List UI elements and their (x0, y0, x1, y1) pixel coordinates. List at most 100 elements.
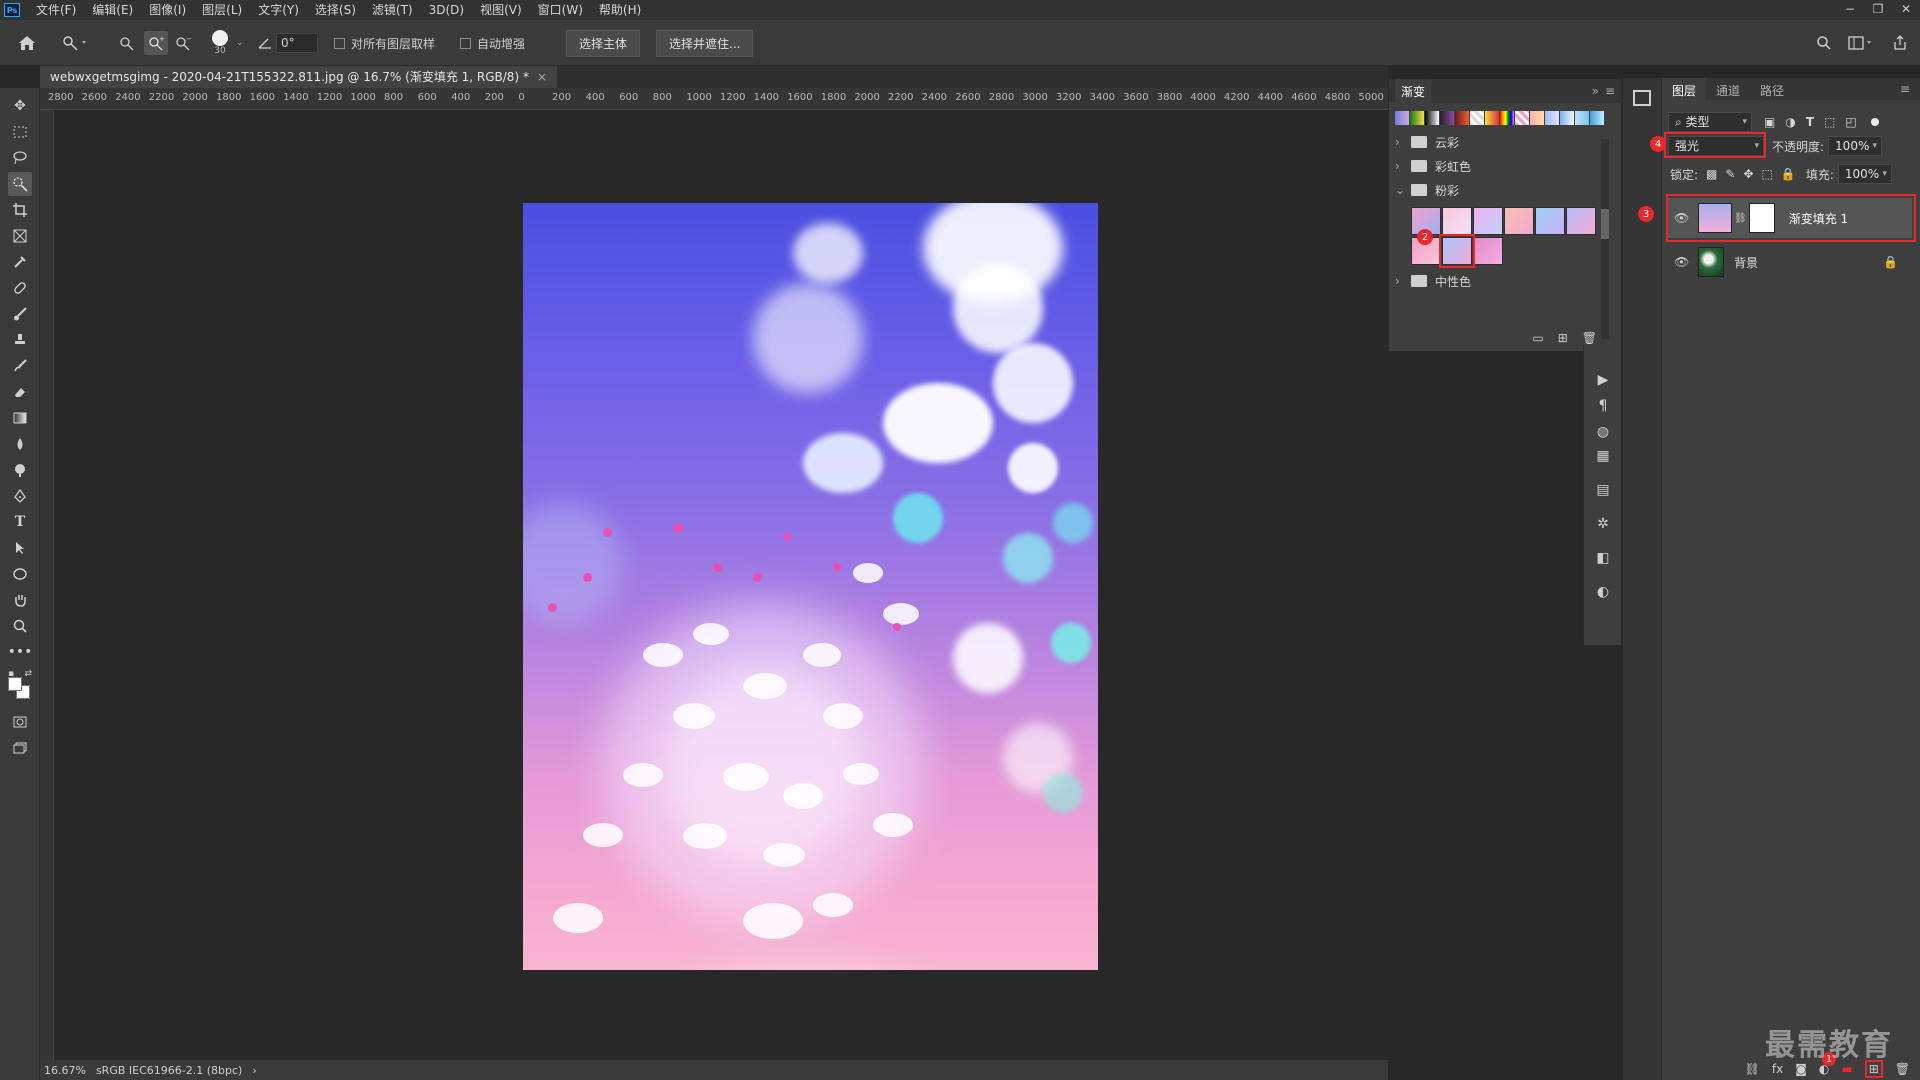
collapse-panel-icon[interactable]: » (1592, 84, 1599, 98)
tab-channels[interactable]: 通道 (1706, 78, 1750, 100)
layer-style-icon[interactable]: fx (1772, 1062, 1783, 1076)
gradient-swatch[interactable] (1455, 111, 1469, 125)
panel-menu-icon[interactable]: ≡ (1605, 84, 1615, 98)
minimize-button[interactable]: − (1836, 0, 1864, 20)
menu-filter[interactable]: 滤镜(T) (364, 0, 421, 20)
notes-icon[interactable]: ▤ (1594, 481, 1612, 499)
quick-selection-tool-icon[interactable] (8, 172, 32, 196)
opacity-input[interactable]: 100% ▾ (1828, 136, 1883, 156)
adjustments-icon[interactable]: ◐ (1594, 583, 1612, 601)
lock-transparent-icon[interactable]: ▩ (1706, 167, 1717, 181)
gradient-swatch[interactable] (1440, 111, 1454, 125)
gradient-folder-neutral[interactable]: › 中性色 (1395, 270, 1471, 292)
workspace-icon[interactable] (1848, 20, 1874, 66)
gradient-swatch[interactable] (1560, 111, 1574, 125)
tab-paths[interactable]: 路径 (1750, 78, 1794, 100)
gradient-swatch[interactable] (1515, 111, 1529, 125)
gradient-folder-clouds[interactable]: › 云彩 (1395, 131, 1459, 153)
gradient-tool-icon[interactable] (8, 406, 32, 430)
menu-type[interactable]: 文字(Y) (250, 0, 307, 20)
close-window-button[interactable]: ✕ (1892, 0, 1920, 20)
gear-icon[interactable]: ✲ (1594, 515, 1612, 533)
add-to-selection-icon[interactable]: + (144, 31, 168, 55)
filter-toggle-icon[interactable] (1870, 118, 1879, 126)
subtract-from-selection-icon[interactable]: − (174, 20, 192, 66)
restore-button[interactable]: ❐ (1864, 0, 1892, 20)
search-icon[interactable] (1816, 20, 1832, 66)
lock-pixels-icon[interactable]: ✎ (1725, 167, 1735, 181)
gradient-swatch[interactable] (1410, 111, 1424, 125)
close-tab-icon[interactable]: × (537, 70, 547, 84)
path-selection-tool-icon[interactable] (8, 536, 32, 560)
lock-artboard-icon[interactable]: ⬚ (1762, 167, 1773, 181)
table-icon[interactable]: ▦ (1594, 447, 1612, 465)
pastel-gradient-swatch[interactable] (1504, 207, 1534, 235)
expand-arrow-icon[interactable]: › (1395, 274, 1407, 288)
blur-tool-icon[interactable] (8, 432, 32, 456)
pastel-gradient-swatch[interactable] (1566, 207, 1596, 235)
select-subject-button[interactable]: 选择主体 (566, 29, 641, 57)
healing-brush-tool-icon[interactable] (8, 276, 32, 300)
menu-image[interactable]: 图像(I) (141, 0, 194, 20)
menu-edit[interactable]: 编辑(E) (84, 0, 141, 20)
lasso-tool-icon[interactable] (8, 146, 32, 170)
gradient-panel-tab[interactable]: 渐变 (1395, 78, 1432, 104)
scrollbar-thumb[interactable] (1601, 209, 1609, 239)
gradient-swatch[interactable] (1530, 111, 1544, 125)
panel-scrollbar[interactable] (1601, 139, 1609, 339)
menu-select[interactable]: 选择(S) (307, 0, 364, 20)
fill-input[interactable]: 100% ▾ (1837, 164, 1892, 184)
expand-arrow-icon[interactable]: › (1395, 159, 1407, 173)
collapse-arrow-icon[interactable]: ⌄ (1395, 183, 1407, 197)
adjustment-filter-icon[interactable]: ◑ (1785, 115, 1795, 129)
filter-type-dropdown[interactable]: ⌕ 类型 ▾ (1668, 112, 1752, 132)
new-selection-icon[interactable] (118, 20, 136, 66)
paragraph-icon[interactable]: ¶ (1594, 397, 1612, 415)
pastel-gradient-swatch[interactable] (1473, 237, 1503, 265)
home-icon[interactable] (18, 20, 36, 66)
brush-tool-icon[interactable] (8, 302, 32, 326)
document-canvas-image[interactable] (523, 203, 1098, 970)
gradient-swatch[interactable] (1425, 111, 1439, 125)
pen-tool-icon[interactable] (8, 484, 32, 508)
visibility-eye-icon[interactable]: 👁 (1674, 255, 1692, 269)
color-swatches[interactable] (8, 674, 32, 704)
layer-name[interactable]: 背景 (1734, 254, 1758, 271)
marquee-tool-icon[interactable] (8, 120, 32, 144)
gradient-swatch[interactable] (1395, 111, 1409, 125)
history-brush-tool-icon[interactable] (8, 354, 32, 378)
delete-icon[interactable]: 🗑 (1582, 331, 1597, 345)
document-tab[interactable]: webwxgetmsgimg - 2020-04-21T155322.811.j… (40, 66, 558, 88)
tab-layers[interactable]: 图层 (1662, 78, 1707, 100)
delete-layer-icon[interactable]: 🗑 (1895, 1062, 1910, 1076)
expand-arrow-icon[interactable]: › (1395, 135, 1407, 149)
layer-row-background[interactable]: 👁 背景 🔒 (1668, 242, 1912, 282)
status-menu-arrow-icon[interactable]: › (252, 1064, 256, 1077)
shape-filter-icon[interactable]: ⬚ (1824, 115, 1835, 129)
clone-stamp-tool-icon[interactable] (8, 328, 32, 352)
pastel-gradient-swatch[interactable] (1535, 207, 1565, 235)
new-group-folder-icon[interactable]: ▭ (1532, 331, 1543, 345)
type-tool-icon[interactable]: T (8, 510, 32, 534)
document-icon[interactable]: ◧ (1594, 549, 1612, 567)
type-filter-icon[interactable]: T (1806, 115, 1814, 129)
pixel-filter-icon[interactable]: ▣ (1764, 115, 1775, 129)
share-icon[interactable] (1892, 20, 1908, 66)
auto-enhance-checkbox[interactable]: 自动增强 (460, 20, 525, 66)
select-and-mask-button[interactable]: 选择并遮住... (656, 29, 754, 57)
zoom-level[interactable]: 16.67% (44, 1064, 86, 1077)
more-tools-icon[interactable]: ••• (8, 640, 33, 664)
gradient-folder-pastel[interactable]: ⌄ 粉彩 (1395, 179, 1459, 201)
gradient-folder-rainbow[interactable]: › 彩虹色 (1395, 155, 1471, 177)
pastel-gradient-swatch[interactable] (1442, 207, 1472, 235)
crop-tool-icon[interactable] (8, 198, 32, 222)
angle-input[interactable]: 0° (276, 33, 318, 53)
gradient-swatch[interactable] (1500, 111, 1514, 125)
menu-layer[interactable]: 图层(L) (194, 0, 250, 20)
new-gradient-icon[interactable]: ⊞ (1558, 331, 1568, 345)
gradient-swatch[interactable] (1575, 111, 1589, 125)
eyedropper-tool-icon[interactable] (8, 250, 32, 274)
link-layers-icon[interactable]: ⛓ (1745, 1062, 1760, 1076)
move-tool-icon[interactable]: ✥ (8, 94, 32, 118)
smart-object-filter-icon[interactable]: ◰ (1845, 115, 1856, 129)
